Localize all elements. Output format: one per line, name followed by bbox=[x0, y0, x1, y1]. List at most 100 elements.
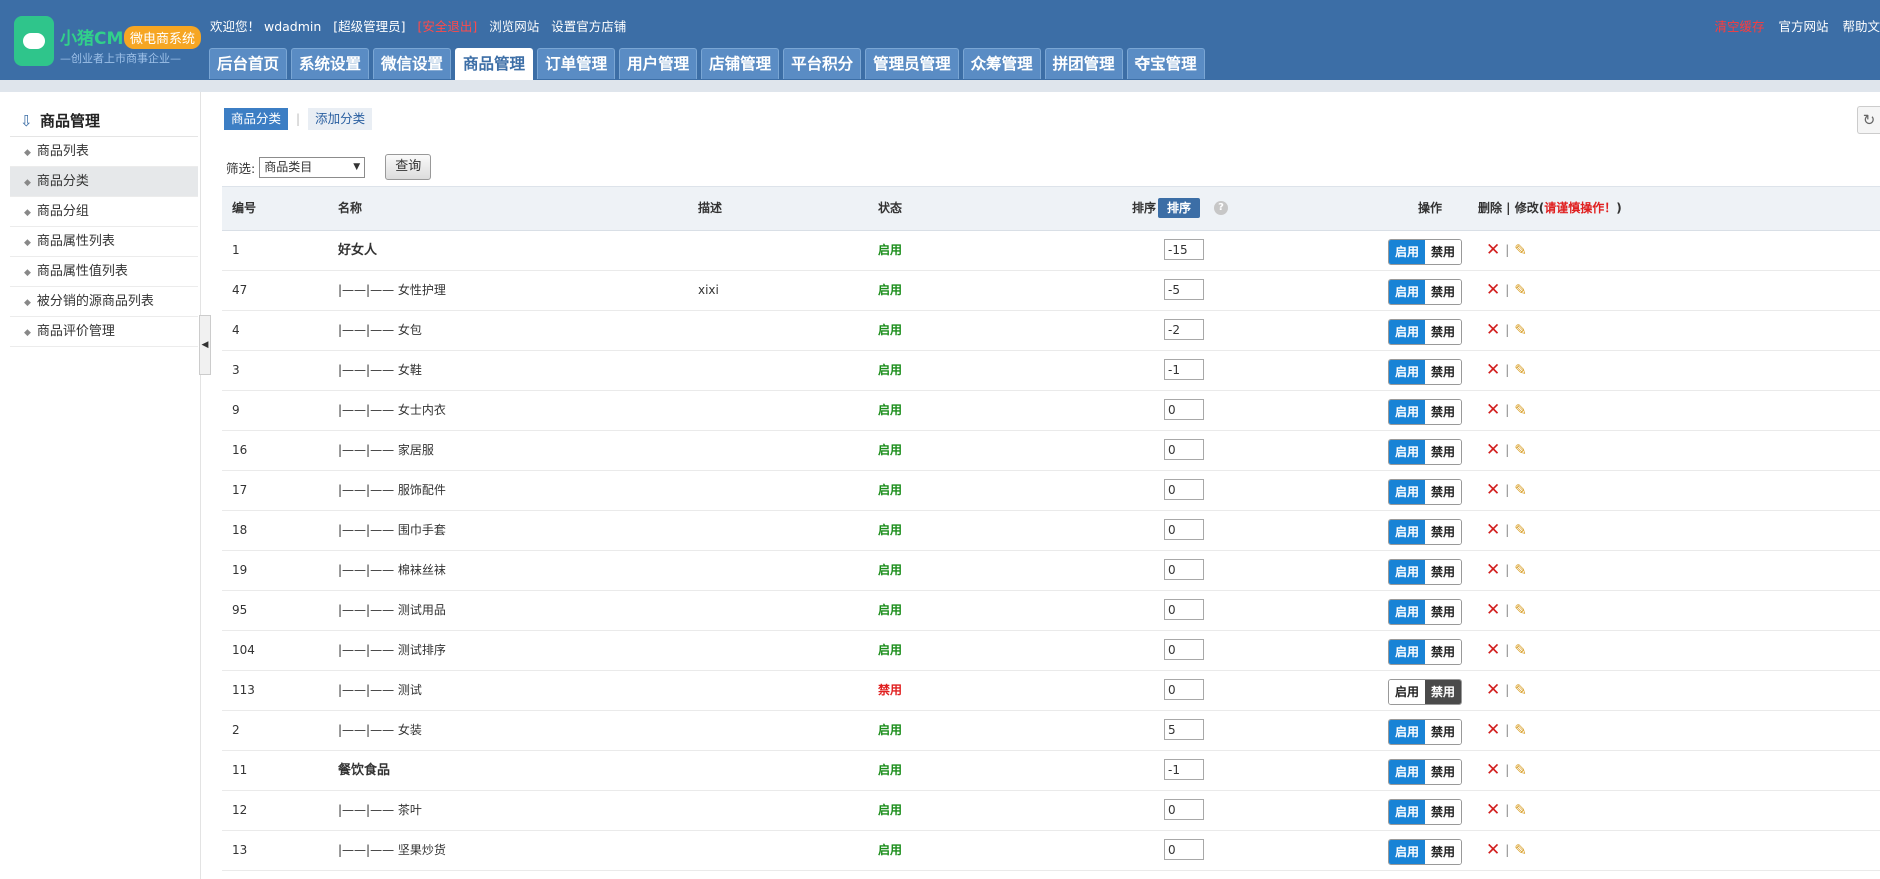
disable-button[interactable]: 禁用 bbox=[1425, 760, 1461, 784]
enable-button[interactable]: 启用 bbox=[1389, 520, 1425, 544]
tab-4[interactable]: 订单管理 bbox=[537, 48, 616, 79]
sort-input[interactable]: -15 bbox=[1164, 239, 1204, 260]
disable-button[interactable]: 禁用 bbox=[1425, 480, 1461, 504]
enable-button[interactable]: 启用 bbox=[1389, 800, 1425, 824]
enable-button[interactable]: 启用 bbox=[1389, 240, 1425, 264]
edit-pencil-icon[interactable]: ✎ bbox=[1514, 761, 1527, 779]
delete-icon[interactable]: ✕ bbox=[1486, 720, 1500, 740]
edit-pencil-icon[interactable]: ✎ bbox=[1514, 801, 1527, 819]
sort-input[interactable]: -2 bbox=[1164, 319, 1204, 340]
sidebar-item-3[interactable]: ◆ 商品属性列表 bbox=[10, 227, 198, 257]
enable-button[interactable]: 启用 bbox=[1389, 400, 1425, 424]
enable-button[interactable]: 启用 bbox=[1389, 720, 1425, 744]
enable-button[interactable]: 启用 bbox=[1389, 680, 1425, 704]
enable-button[interactable]: 启用 bbox=[1389, 600, 1425, 624]
tab-9[interactable]: 众筹管理 bbox=[962, 48, 1041, 79]
set-store-link[interactable]: 设置官方店铺 bbox=[551, 19, 626, 34]
edit-pencil-icon[interactable]: ✎ bbox=[1514, 561, 1527, 579]
tab-7[interactable]: 平台积分 bbox=[783, 48, 862, 79]
tab-0[interactable]: 后台首页 bbox=[209, 48, 288, 79]
enable-button[interactable]: 启用 bbox=[1389, 320, 1425, 344]
enable-button[interactable]: 启用 bbox=[1389, 480, 1425, 504]
sort-input[interactable]: 0 bbox=[1164, 799, 1204, 820]
help-link[interactable]: 帮助文 bbox=[1842, 19, 1880, 34]
disable-button[interactable]: 禁用 bbox=[1425, 360, 1461, 384]
sort-input[interactable]: 0 bbox=[1164, 519, 1204, 540]
edit-pencil-icon[interactable]: ✎ bbox=[1514, 401, 1527, 419]
sort-input[interactable]: 0 bbox=[1164, 439, 1204, 460]
edit-pencil-icon[interactable]: ✎ bbox=[1514, 481, 1527, 499]
enable-button[interactable]: 启用 bbox=[1389, 360, 1425, 384]
delete-icon[interactable]: ✕ bbox=[1486, 680, 1500, 700]
clear-cache-link[interactable]: 清空缓存 bbox=[1714, 19, 1764, 34]
sort-input[interactable]: 5 bbox=[1164, 719, 1204, 740]
tab-5[interactable]: 用户管理 bbox=[619, 48, 698, 79]
tab-8[interactable]: 管理员管理 bbox=[865, 48, 959, 79]
disable-button[interactable]: 禁用 bbox=[1425, 520, 1461, 544]
sort-input[interactable]: 0 bbox=[1164, 839, 1204, 860]
edit-pencil-icon[interactable]: ✎ bbox=[1514, 281, 1527, 299]
sidebar-item-6[interactable]: ◆ 商品评价管理 bbox=[10, 317, 198, 347]
enable-button[interactable]: 启用 bbox=[1389, 560, 1425, 584]
edit-pencil-icon[interactable]: ✎ bbox=[1514, 641, 1527, 659]
refresh-icon[interactable]: ↻ bbox=[1857, 106, 1880, 134]
logo[interactable]: 小猪CMS 微电商系统 —创业者上市商事企业— bbox=[14, 16, 214, 68]
delete-icon[interactable]: ✕ bbox=[1486, 640, 1500, 660]
delete-icon[interactable]: ✕ bbox=[1486, 240, 1500, 260]
disable-button[interactable]: 禁用 bbox=[1425, 680, 1461, 704]
delete-icon[interactable]: ✕ bbox=[1486, 360, 1500, 380]
tab-6[interactable]: 店铺管理 bbox=[701, 48, 780, 79]
disable-button[interactable]: 禁用 bbox=[1425, 240, 1461, 264]
disable-button[interactable]: 禁用 bbox=[1425, 640, 1461, 664]
enable-button[interactable]: 启用 bbox=[1389, 760, 1425, 784]
disable-button[interactable]: 禁用 bbox=[1425, 840, 1461, 864]
delete-icon[interactable]: ✕ bbox=[1486, 760, 1500, 780]
sidebar-item-5[interactable]: ◆ 被分销的源商品列表 bbox=[10, 287, 198, 317]
delete-icon[interactable]: ✕ bbox=[1486, 280, 1500, 300]
browse-site-link[interactable]: 浏览网站 bbox=[489, 19, 539, 34]
tab-3[interactable]: 商品管理 bbox=[455, 48, 534, 81]
sort-button[interactable]: 排序 bbox=[1158, 198, 1200, 218]
disable-button[interactable]: 禁用 bbox=[1425, 720, 1461, 744]
tab-1[interactable]: 系统设置 bbox=[291, 48, 370, 79]
sort-input[interactable]: -1 bbox=[1164, 359, 1204, 380]
sidebar-item-2[interactable]: ◆ 商品分组 bbox=[10, 197, 198, 227]
disable-button[interactable]: 禁用 bbox=[1425, 400, 1461, 424]
delete-icon[interactable]: ✕ bbox=[1486, 440, 1500, 460]
disable-button[interactable]: 禁用 bbox=[1425, 560, 1461, 584]
edit-pencil-icon[interactable]: ✎ bbox=[1514, 681, 1527, 699]
edit-pencil-icon[interactable]: ✎ bbox=[1514, 521, 1527, 539]
sort-input[interactable]: 0 bbox=[1164, 479, 1204, 500]
sort-input[interactable]: -1 bbox=[1164, 759, 1204, 780]
sort-input[interactable]: 0 bbox=[1164, 599, 1204, 620]
edit-pencil-icon[interactable]: ✎ bbox=[1514, 721, 1527, 739]
logout-link[interactable]: [安全退出] bbox=[418, 19, 478, 34]
tab-add-category[interactable]: 添加分类 bbox=[308, 108, 373, 130]
disable-button[interactable]: 禁用 bbox=[1425, 280, 1461, 304]
enable-button[interactable]: 启用 bbox=[1389, 440, 1425, 464]
delete-icon[interactable]: ✕ bbox=[1486, 320, 1500, 340]
disable-button[interactable]: 禁用 bbox=[1425, 320, 1461, 344]
edit-pencil-icon[interactable]: ✎ bbox=[1514, 441, 1527, 459]
tab-2[interactable]: 微信设置 bbox=[373, 48, 452, 79]
edit-pencil-icon[interactable]: ✎ bbox=[1514, 601, 1527, 619]
delete-icon[interactable]: ✕ bbox=[1486, 400, 1500, 420]
sort-input[interactable]: 0 bbox=[1164, 399, 1204, 420]
sidebar-item-0[interactable]: ◆ 商品列表 bbox=[10, 137, 198, 167]
delete-icon[interactable]: ✕ bbox=[1486, 480, 1500, 500]
delete-icon[interactable]: ✕ bbox=[1486, 800, 1500, 820]
help-icon[interactable]: ? bbox=[1214, 201, 1228, 215]
edit-pencil-icon[interactable]: ✎ bbox=[1514, 841, 1527, 859]
official-site-link[interactable]: 官方网站 bbox=[1778, 19, 1828, 34]
sidebar-item-1[interactable]: ◆ 商品分类 bbox=[10, 167, 198, 197]
tab-10[interactable]: 拼团管理 bbox=[1044, 48, 1123, 79]
tab-category[interactable]: 商品分类 bbox=[224, 108, 289, 130]
edit-pencil-icon[interactable]: ✎ bbox=[1514, 361, 1527, 379]
delete-icon[interactable]: ✕ bbox=[1486, 560, 1500, 580]
sort-input[interactable]: 0 bbox=[1164, 639, 1204, 660]
sidebar-item-4[interactable]: ◆ 商品属性值列表 bbox=[10, 257, 198, 287]
delete-icon[interactable]: ✕ bbox=[1486, 840, 1500, 860]
sort-input[interactable]: -5 bbox=[1164, 279, 1204, 300]
tab-11[interactable]: 夺宝管理 bbox=[1126, 48, 1205, 79]
disable-button[interactable]: 禁用 bbox=[1425, 600, 1461, 624]
